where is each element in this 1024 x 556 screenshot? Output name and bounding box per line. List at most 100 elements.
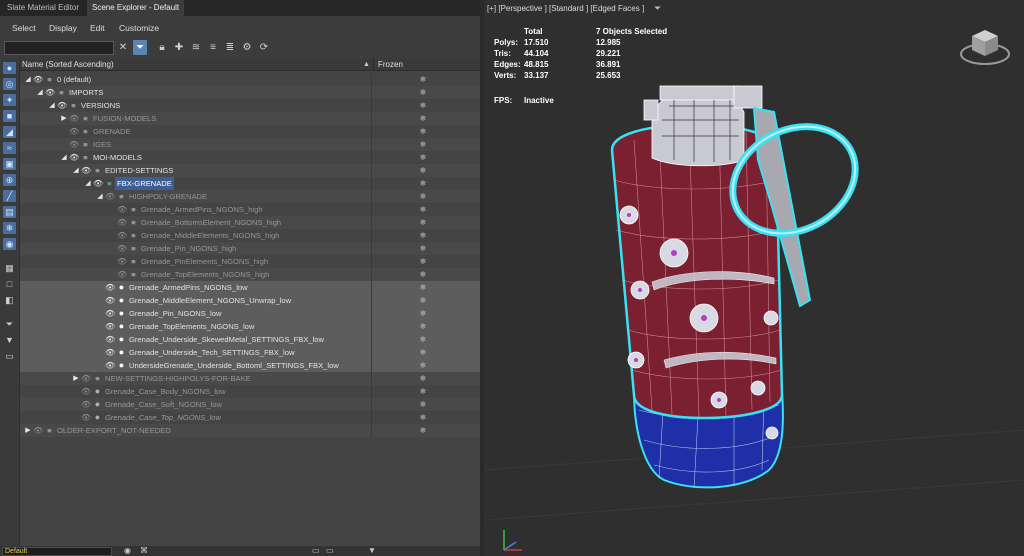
freeze-icon[interactable]: ❄ <box>418 73 428 86</box>
display-helpers-icon[interactable]: ◢ <box>3 126 16 138</box>
tree-row[interactable]: 👁︎ ≡ IGES ❄ <box>20 138 480 151</box>
tree-row[interactable]: ◢ 👁︎ ≡ HIGHPOLY-GRENADE ❄ <box>20 190 480 203</box>
layer-name-field[interactable]: Default <box>2 547 112 556</box>
hidden-eye-icon[interactable]: 👁︎ <box>69 125 79 138</box>
expand-arrow-icon[interactable]: ▶ <box>24 424 32 437</box>
hidden-eye-icon[interactable]: 👁︎ <box>81 411 91 424</box>
visibility-eye-icon[interactable]: 👁︎ <box>105 320 115 333</box>
tree-row[interactable]: 👁︎ ≡ Grenade_Pin_NGONS_high ❄ <box>20 242 480 255</box>
options-icon[interactable]: ▼ <box>368 546 376 556</box>
viewport-label[interactable]: [+] [Perspective ] [Standard ] [Edged Fa… <box>487 4 644 13</box>
dock-icon[interactable]: ▭ <box>326 546 334 556</box>
visibility-eye-icon[interactable]: 👁︎ <box>57 99 67 112</box>
sort-ascending-icon[interactable]: ▲ <box>363 58 370 71</box>
hierarchy-icon[interactable]: ▭ <box>3 350 16 362</box>
filter-icon[interactable]: ⏷ <box>133 40 147 55</box>
tab-slate-material-editor[interactable]: Slate Material Editor <box>2 0 84 16</box>
filter-combo-icon[interactable]: ⏷ <box>3 318 16 330</box>
hidden-eye-icon[interactable]: 👁︎ <box>117 203 127 216</box>
lock-icon[interactable]: 🔒︎ <box>155 40 169 55</box>
hidden-eye-icon[interactable]: 👁︎ <box>33 424 43 437</box>
menu-edit[interactable]: Edit <box>90 16 105 38</box>
tree-row[interactable]: 👁︎ ● UndersideGrenade_Underside_Bottoml_SE… <box>20 359 480 372</box>
visibility-eye-icon[interactable]: 👁︎ <box>105 281 115 294</box>
tree-row[interactable]: 👁︎ ≡ Grenade_MiddleElements_NGONS_high ❄ <box>20 229 480 242</box>
display-cameras-icon[interactable]: ■ <box>3 110 16 122</box>
layers-icon[interactable]: ≋ <box>189 40 203 55</box>
tree-row[interactable]: 👁︎ ≡ Grenade_ArmedPins_NGONS_high ❄ <box>20 203 480 216</box>
visibility-eye-icon[interactable]: 👁︎ <box>93 177 103 190</box>
display-none-icon[interactable]: □ <box>3 278 16 290</box>
tree-row[interactable]: 👁︎ ● Grenade_TopElements_NGONS_low ❄ <box>20 320 480 333</box>
hidden-eye-icon[interactable]: 👁︎ <box>117 242 127 255</box>
tab-scene-explorer[interactable]: Scene Explorer - Default <box>87 0 185 16</box>
collapse-arrow-icon[interactable]: ◢ <box>24 73 32 86</box>
add-layer-icon[interactable]: ✚ <box>172 40 186 55</box>
display-lights-icon[interactable]: ✦ <box>3 94 16 106</box>
tree-row[interactable]: ◢ 👁︎ ≡ MOI-MODELS ❄ <box>20 151 480 164</box>
freeze-icon[interactable]: ❄ <box>418 203 428 216</box>
hidden-eye-icon[interactable]: 👁︎ <box>105 190 115 203</box>
expand-arrow-icon[interactable]: ▶ <box>72 372 80 385</box>
hidden-eye-icon[interactable]: 👁︎ <box>117 216 127 229</box>
freeze-icon[interactable]: ❄ <box>418 307 428 320</box>
freeze-icon[interactable]: ❄ <box>418 138 428 151</box>
tree-row[interactable]: ◢ 👁︎ ≡ VERSIONS ❄ <box>20 99 480 112</box>
freeze-icon[interactable]: ❄ <box>418 86 428 99</box>
expand-arrow-icon[interactable]: ▶ <box>60 112 68 125</box>
display-hidden-icon[interactable]: ◉ <box>3 238 16 250</box>
visibility-eye-icon[interactable]: 👁︎ <box>105 333 115 346</box>
collapse-arrow-icon[interactable]: ◢ <box>72 164 80 177</box>
viewport-filter-icon[interactable]: ⏷ <box>654 3 661 14</box>
close-icon[interactable]: ✕ <box>116 40 130 55</box>
hidden-eye-icon[interactable]: 👁︎ <box>81 398 91 411</box>
settings-layer-icon[interactable]: ⚙ <box>240 40 254 55</box>
display-geometry-icon[interactable]: ● <box>3 62 16 74</box>
tree-row[interactable]: ◢ 👁︎ ≡ FBX-GRENADE ❄ <box>20 177 480 190</box>
freeze-icon[interactable]: ❄ <box>418 359 428 372</box>
freeze-icon[interactable]: ❄ <box>418 190 428 203</box>
menu-select[interactable]: Select <box>12 16 36 38</box>
display-xrefs-icon[interactable]: ⊕ <box>3 174 16 186</box>
freeze-icon[interactable]: ❄ <box>418 294 428 307</box>
visibility-eye-icon[interactable]: 👁︎ <box>45 86 55 99</box>
search-input[interactable] <box>4 41 114 55</box>
menu-customize[interactable]: Customize <box>119 16 159 38</box>
tree-row[interactable]: ◢ 👁︎ ≡ EDITED-SETTINGS ❄ <box>20 164 480 177</box>
display-groups-icon[interactable]: ▣ <box>3 158 16 170</box>
visibility-eye-icon[interactable]: 👁︎ <box>105 359 115 372</box>
filter-funnel-icon[interactable]: ▼ <box>3 334 16 346</box>
layers-alt-icon[interactable]: ≣ <box>223 40 237 55</box>
tree-row[interactable]: 👁︎ ● Grenade_Case_Soft_NGONS_low ❄ <box>20 398 480 411</box>
tree-row[interactable]: ◢ 👁︎ ≡ 0 (default) ❄ <box>20 73 480 86</box>
tree-row[interactable]: 👁︎ ≡ Grenade_TopElements_NGONS_high ❄ <box>20 268 480 281</box>
display-invert-icon[interactable]: ◧ <box>3 294 16 306</box>
viewcube-icon[interactable] <box>958 22 1012 68</box>
freeze-icon[interactable]: ❄ <box>418 164 428 177</box>
hidden-eye-icon[interactable]: 👁︎ <box>81 372 91 385</box>
display-frozen-icon[interactable]: ❄ <box>3 222 16 234</box>
menu-display[interactable]: Display <box>49 16 77 38</box>
freeze-icon[interactable]: ❄ <box>418 424 428 437</box>
freeze-icon[interactable]: ❄ <box>418 216 428 229</box>
layers-stack-icon[interactable]: ≡ <box>206 40 220 55</box>
sync-icon[interactable]: ⟳ <box>257 40 271 55</box>
freeze-icon[interactable]: ❄ <box>418 229 428 242</box>
hidden-eye-icon[interactable]: 👁︎ <box>117 268 127 281</box>
column-name-header[interactable]: Name (Sorted Ascending) <box>22 58 114 71</box>
tree-row[interactable]: 👁︎ ● Grenade_Underside_Tech_SETTINGS_FBX_l… <box>20 346 480 359</box>
hidden-eye-icon[interactable]: 👁︎ <box>117 229 127 242</box>
tree-row[interactable]: ▶ 👁︎ ≡ NEW-SETTINGS-HIGHPOLYS-FOR-BAKE ❄ <box>20 372 480 385</box>
freeze-icon[interactable]: ❄ <box>418 177 428 190</box>
tree-row[interactable]: ◢ 👁︎ ≡ IMPORTS ❄ <box>20 86 480 99</box>
display-containers-icon[interactable]: ▤ <box>3 206 16 218</box>
visibility-eye-icon[interactable]: 👁︎ <box>81 164 91 177</box>
perspective-viewport[interactable]: [+] [Perspective ] [Standard ] [Edged Fa… <box>484 0 1024 556</box>
freeze-icon[interactable]: ❄ <box>418 281 428 294</box>
display-shapes-icon[interactable]: ◎ <box>3 78 16 90</box>
tree-row[interactable]: 👁︎ ● Grenade_ArmedPins_NGONS_low ❄ <box>20 281 480 294</box>
tree-row[interactable]: 👁︎ ≡ Grenade_PinElements_NGONS_high ❄ <box>20 255 480 268</box>
freeze-icon[interactable]: ❄ <box>418 372 428 385</box>
tree-row[interactable]: 👁︎ ● Grenade_Pin_NGONS_low ❄ <box>20 307 480 320</box>
tree-row[interactable]: 👁︎ ● Grenade_Case_Body_NGONS_low ❄ <box>20 385 480 398</box>
